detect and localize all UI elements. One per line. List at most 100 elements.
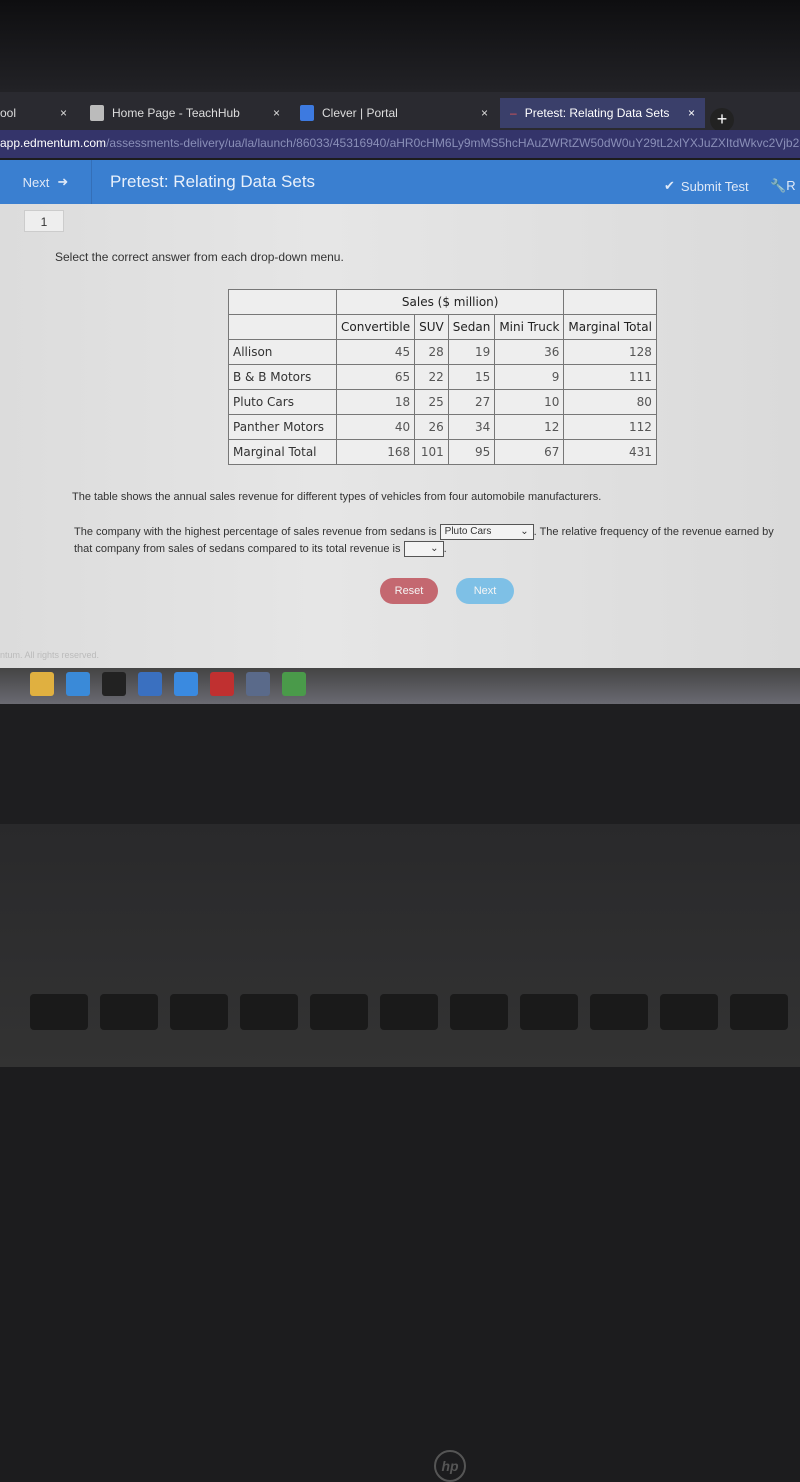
submit-label: Submit Test: [680, 178, 749, 194]
close-icon[interactable]: ×: [273, 98, 280, 128]
table-cell: 15: [447, 364, 496, 390]
key: [660, 994, 718, 1030]
dropbox-icon[interactable]: [174, 672, 198, 696]
next-button[interactable]: Next: [456, 578, 514, 604]
amazon-icon[interactable]: [102, 672, 126, 696]
key: [310, 994, 368, 1030]
file-explorer-icon[interactable]: [30, 672, 54, 696]
key: [100, 994, 158, 1030]
table-cell: 26: [414, 414, 449, 440]
hp-logo: hp: [434, 1450, 466, 1482]
column-header: Mini Truck: [494, 314, 565, 340]
group-header: Sales ($ million): [335, 289, 565, 315]
key: [520, 994, 578, 1030]
tab-label: Clever | Portal: [322, 106, 398, 120]
table-cell: 34: [447, 414, 496, 440]
chrome-icon[interactable]: [282, 672, 306, 696]
app-header: Next ➜ Pretest: Relating Data Sets ✔ Submi…: [0, 160, 800, 204]
tab-clever[interactable]: Clever | Portal: [300, 98, 398, 128]
table-row: Panther Motors 40 26 34 12 112: [228, 414, 657, 440]
url-path: /assessments-delivery/ua/la/launch/86033…: [106, 136, 800, 150]
next-label: Next: [22, 174, 50, 190]
table-cell: 128: [563, 339, 657, 365]
empty-cell: [563, 289, 657, 315]
wrench-icon: 🔧: [770, 178, 787, 193]
close-icon[interactable]: ×: [481, 98, 488, 128]
video-icon[interactable]: [138, 672, 162, 696]
table-header-row: Sales ($ million): [228, 289, 657, 315]
chevron-down-icon: ⌄: [430, 543, 439, 555]
question-number[interactable]: 1: [24, 210, 64, 232]
photo-bezel: [0, 0, 800, 92]
table-cell: 28: [414, 339, 449, 365]
loading-icon: –: [510, 106, 517, 120]
table-cell: 18: [335, 389, 416, 415]
column-header: SUV: [414, 314, 449, 340]
table-cell: 27: [447, 389, 496, 415]
table-cell: 80: [563, 389, 657, 415]
new-tab-button[interactable]: +: [710, 108, 734, 132]
check-circle-icon: ✔: [664, 178, 675, 193]
next-header-button[interactable]: Next ➜: [0, 160, 92, 204]
table-cell: 67: [494, 439, 565, 465]
arrow-right-circle-icon: ➜: [57, 174, 69, 189]
relative-frequency-dropdown[interactable]: ⌄: [403, 541, 444, 558]
key: [450, 994, 508, 1030]
table-cell: 111: [563, 364, 657, 390]
row-label: Allison: [228, 339, 337, 365]
table-cell: 40: [335, 414, 416, 440]
row-label: Pluto Cars: [228, 389, 337, 415]
table-cell: 65: [335, 364, 416, 390]
question-area: 1 Select the correct answer from each dr…: [0, 204, 800, 674]
close-icon[interactable]: ×: [688, 106, 695, 120]
tab-label: Home Page - TeachHub: [112, 106, 240, 120]
key: [380, 994, 438, 1030]
copyright-footer: ntum. All rights reserved.: [0, 650, 100, 660]
tab-school[interactable]: ool: [0, 98, 16, 128]
table-row: Allison 45 28 19 36 128: [228, 339, 657, 365]
keyboard: [0, 824, 800, 1067]
taskbar: [0, 668, 800, 704]
close-icon[interactable]: ×: [60, 98, 67, 128]
question-text-part: The company with the highest percentage …: [74, 526, 437, 538]
table-cell: 10: [494, 389, 565, 415]
tab-pretest[interactable]: – Pretest: Relating Data Sets ×: [500, 98, 705, 128]
column-header: Sedan: [447, 314, 496, 340]
key: [240, 994, 298, 1030]
question-text-part: .: [443, 543, 447, 555]
tab-label: Pretest: Relating Data Sets: [524, 106, 670, 120]
url-host: app.edmentum.com: [0, 136, 107, 150]
instruction: Select the correct answer from each drop…: [55, 250, 344, 264]
internet-explorer-icon[interactable]: [66, 672, 90, 696]
tab-teachhub[interactable]: Home Page - TeachHub: [90, 98, 240, 128]
table-row: B & B Motors 65 22 15 9 111: [228, 364, 657, 390]
submit-test-button[interactable]: ✔ Submit Test: [664, 178, 749, 194]
dropdown-value: Pluto Cars: [444, 526, 492, 538]
key: [590, 994, 648, 1030]
page-title: Pretest: Relating Data Sets: [110, 172, 316, 191]
reset-button[interactable]: Reset: [380, 578, 438, 604]
company-dropdown[interactable]: Pluto Cars ⌄: [439, 524, 534, 541]
table-cell: 431: [563, 439, 657, 465]
row-label: Marginal Total: [228, 439, 337, 465]
table-cell: 22: [414, 364, 449, 390]
laptop-bezel: hp: [0, 704, 800, 1482]
tools-button[interactable]: 🔧R: [770, 178, 796, 194]
tools-label: R: [786, 178, 796, 193]
table-cell: 112: [563, 414, 657, 440]
row-label: Panther Motors: [228, 414, 337, 440]
acrobat-icon[interactable]: [210, 672, 234, 696]
empty-cell: [228, 289, 337, 315]
row-label: B & B Motors: [228, 364, 337, 390]
table-cell: 36: [494, 339, 565, 365]
tab-bar: ool × Home Page - TeachHub × Clever | Po…: [0, 92, 800, 130]
check-app-icon[interactable]: [246, 672, 270, 696]
address-bar[interactable]: app.edmentum.com/assessments-delivery/ua…: [0, 130, 800, 158]
table-header-row: Convertible SUV Sedan Mini Truck Marginal To…: [228, 314, 657, 340]
table-cell: 9: [494, 364, 565, 390]
tab-label: ool: [0, 106, 17, 120]
column-header: Convertible: [335, 314, 416, 340]
teachhub-favicon-icon: [90, 105, 104, 121]
table-cell: 19: [447, 339, 496, 365]
key: [30, 994, 88, 1030]
